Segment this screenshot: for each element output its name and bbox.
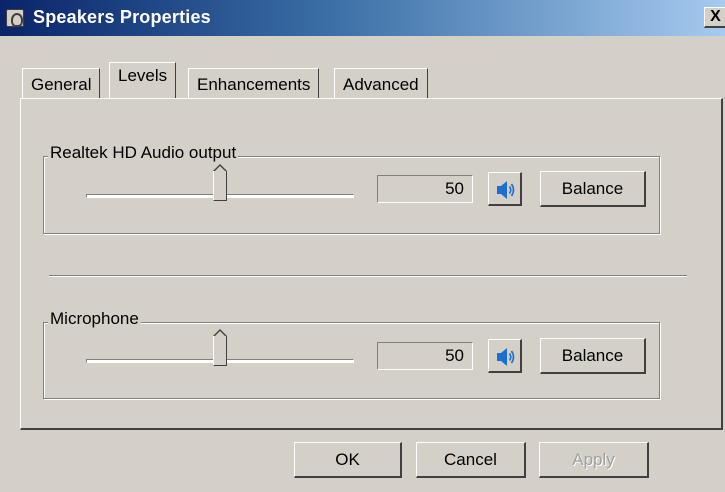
- microphone-balance-button[interactable]: Balance: [540, 338, 646, 374]
- output-balance-button[interactable]: Balance: [540, 171, 646, 207]
- speakers-properties-dialog: Speakers Properties X General Levels Enh…: [0, 0, 725, 492]
- levels-tab-panel: Realtek HD Audio output 50 Balance Micro…: [20, 98, 723, 430]
- group-realtek-output: Realtek HD Audio output 50 Balance: [43, 143, 660, 234]
- microphone-value[interactable]: 50: [377, 342, 473, 370]
- group-separator: [49, 275, 687, 277]
- output-volume-value[interactable]: 50: [377, 175, 473, 203]
- microphone-slider-thumb[interactable]: [213, 329, 227, 366]
- title-bar[interactable]: Speakers Properties X: [0, 0, 725, 36]
- ok-button[interactable]: OK: [294, 442, 402, 478]
- speaker-app-icon: [6, 9, 24, 27]
- apply-button[interactable]: Apply: [539, 442, 649, 478]
- output-volume-slider-thumb[interactable]: [213, 164, 227, 201]
- tab-general[interactable]: General: [22, 68, 101, 98]
- group-microphone: Microphone 50 Balance: [43, 309, 660, 399]
- tab-levels[interactable]: Levels: [109, 62, 177, 98]
- tab-advanced[interactable]: Advanced: [334, 68, 428, 98]
- tab-enhancements[interactable]: Enhancements: [188, 68, 320, 98]
- group-label-realtek: Realtek HD Audio output: [48, 143, 239, 163]
- group-label-microphone: Microphone: [48, 309, 141, 329]
- speaker-icon: [497, 181, 515, 199]
- output-mute-button[interactable]: [488, 172, 522, 206]
- window-title: Speakers Properties: [33, 7, 211, 27]
- speaker-icon: [497, 348, 515, 366]
- cancel-button[interactable]: Cancel: [416, 442, 526, 478]
- microphone-mute-button[interactable]: [488, 339, 522, 373]
- close-button[interactable]: X: [704, 7, 725, 28]
